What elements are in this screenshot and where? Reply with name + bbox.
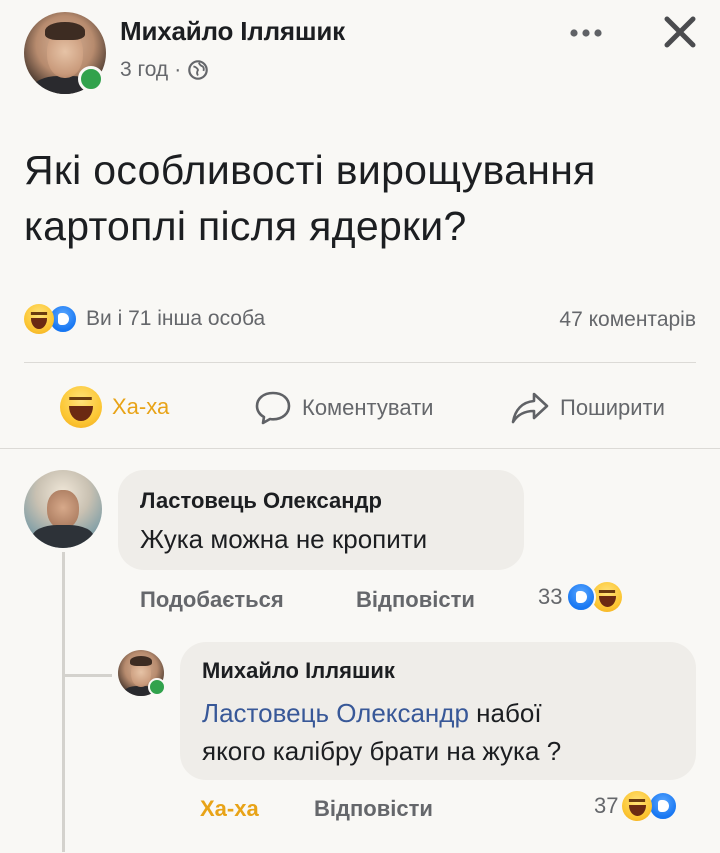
reply-bubble: Михайло Ілляшик Ластовець Олександр набо… bbox=[180, 642, 696, 780]
comment-reaction-count: 33 bbox=[538, 584, 563, 609]
divider bbox=[0, 448, 720, 449]
haha-reaction-icon bbox=[622, 791, 653, 821]
post-text: Які особливості вирощування картоплі піс… bbox=[24, 142, 596, 254]
online-status-dot bbox=[148, 678, 166, 696]
comment-icon bbox=[254, 390, 292, 426]
comment-text: Жука можна не кропити bbox=[140, 524, 428, 554]
like-reaction-icon bbox=[648, 791, 679, 821]
share-icon bbox=[510, 390, 550, 426]
post-text-line-1: Які особливості вирощування bbox=[24, 147, 596, 193]
like-comment-button[interactable]: Подобається bbox=[140, 587, 284, 613]
share-button-label: Поширити bbox=[560, 395, 665, 420]
commenter-avatar[interactable] bbox=[24, 470, 102, 548]
reply-button[interactable]: Відповісти bbox=[356, 587, 475, 613]
more-options-icon[interactable] bbox=[566, 26, 606, 40]
thread-branch bbox=[62, 674, 112, 677]
divider bbox=[24, 362, 696, 363]
like-reaction-icon bbox=[566, 582, 597, 612]
comment-bubble: Ластовець Олександр Жука можна не кропит… bbox=[118, 470, 524, 570]
reply-text: Ластовець Олександр набої якого калібру … bbox=[202, 694, 682, 770]
haha-comment-button[interactable]: Ха-ха bbox=[200, 796, 259, 822]
post-text-line-2: картоплі після ядерки? bbox=[24, 203, 467, 249]
comment-button-label: Коментувати bbox=[302, 395, 434, 420]
comment-reactions[interactable]: 33 bbox=[538, 582, 623, 612]
globe-icon bbox=[187, 58, 209, 82]
haha-button[interactable]: Ха-ха bbox=[60, 386, 169, 428]
share-button[interactable]: Поширити bbox=[510, 390, 665, 426]
reply-text-part: набої bbox=[468, 698, 542, 728]
reply-button[interactable]: Відповісти bbox=[314, 796, 433, 822]
online-status-dot bbox=[78, 66, 104, 92]
reactions-summary-text: Ви і 71 інша особа bbox=[86, 307, 266, 330]
post-author-name[interactable]: Михайло Ілляшик bbox=[120, 16, 345, 47]
haha-button-label: Ха-ха bbox=[112, 394, 170, 419]
reply-reactions[interactable]: 37 bbox=[594, 791, 679, 821]
meta-separator: · bbox=[174, 58, 182, 81]
close-icon[interactable] bbox=[662, 14, 698, 50]
post-time[interactable]: 3 год bbox=[120, 58, 168, 82]
thread-line bbox=[62, 552, 65, 852]
comments-count[interactable]: 47 коментарів bbox=[559, 308, 696, 332]
reactions-summary[interactable]: Ви і 71 інша особа bbox=[24, 304, 265, 334]
comment-button[interactable]: Коментувати bbox=[254, 390, 433, 426]
haha-reaction-icon bbox=[24, 304, 54, 334]
mention-link[interactable]: Ластовець Олександр bbox=[202, 698, 469, 728]
reply-reaction-count: 37 bbox=[594, 793, 619, 818]
post-meta: 3 год · bbox=[120, 58, 209, 82]
haha-icon bbox=[60, 386, 102, 428]
reply-author[interactable]: Михайло Ілляшик bbox=[202, 658, 395, 684]
comment-author[interactable]: Ластовець Олександр bbox=[140, 488, 382, 514]
reply-text-line-2: якого калібру брати на жука ? bbox=[202, 736, 562, 766]
haha-reaction-icon bbox=[592, 582, 623, 612]
